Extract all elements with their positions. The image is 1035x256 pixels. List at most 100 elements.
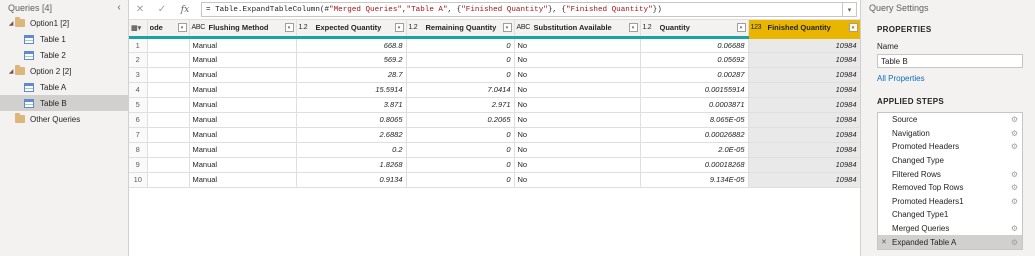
table-cell[interactable]: Manual [189,142,297,158]
query-item[interactable]: Table B [0,95,128,111]
table-cell[interactable]: 0.0003871 [640,97,749,113]
table-cell[interactable]: 1.8268 [296,157,407,173]
gear-icon[interactable]: ⚙ [1011,183,1018,192]
table-cell[interactable]: No [514,142,641,158]
data-type-icon[interactable]: 123 [751,24,765,31]
table-cell[interactable]: 0.8065 [296,112,407,128]
table-cell[interactable] [147,37,190,53]
applied-step[interactable]: Promoted Headers ⚙ [878,140,1022,154]
applied-step[interactable]: Navigation ⚙ [878,127,1022,141]
table-cell[interactable]: 0.2065 [406,112,515,128]
table-cell[interactable]: Manual [189,67,297,83]
gear-icon[interactable]: ⚙ [1011,238,1018,247]
expand-formula-icon[interactable]: ▾ [843,2,857,17]
expand-group-icon[interactable]: ◢ [7,68,15,75]
applied-step[interactable]: Filtered Rows ⚙ [878,167,1022,181]
table-cell[interactable]: 0 [406,67,515,83]
table-cell[interactable]: 2.6882 [296,127,407,143]
table-cell[interactable] [147,82,190,98]
row-number[interactable]: 5 [129,97,148,113]
column-filter-dropdown-icon[interactable]: ▾ [628,23,638,33]
table-cell[interactable] [147,97,190,113]
column-filter-dropdown-icon[interactable]: ▾ [502,23,512,33]
column-header[interactable]: ode ▾ [147,20,190,39]
table-cell[interactable]: 10984 [748,82,860,98]
table-cell[interactable]: 8.065E-05 [640,112,749,128]
gear-icon[interactable]: ⚙ [1011,142,1018,151]
applied-step[interactable]: Removed Top Rows ⚙ [878,181,1022,195]
table-cell[interactable]: Manual [189,82,297,98]
fx-icon[interactable]: fx [173,5,197,15]
table-cell[interactable]: 10984 [748,52,860,68]
column-filter-dropdown-icon[interactable]: ▾ [848,23,858,33]
table-cell[interactable]: 15.5914 [296,82,407,98]
query-name-input[interactable]: Table B [877,54,1023,68]
table-menu-icon[interactable]: ▦▾ [131,25,141,32]
query-group[interactable]: ◢ Option1 [2] [0,15,128,31]
column-header[interactable]: ABC Substitution Available ▾ [514,20,641,39]
table-cell[interactable]: 0 [406,37,515,53]
data-type-icon[interactable]: ABC [517,24,531,31]
table-cell[interactable]: 0.00287 [640,67,749,83]
gear-icon[interactable]: ⚙ [1011,129,1018,138]
table-cell[interactable] [147,142,190,158]
table-cell[interactable] [147,112,190,128]
column-header[interactable]: 123 Finished Quantity ▾ [748,20,860,39]
row-number[interactable]: 8 [129,142,148,158]
table-cell[interactable]: 9.134E-05 [640,172,749,188]
table-cell[interactable]: 3.871 [296,97,407,113]
table-cell[interactable]: Manual [189,97,297,113]
row-number[interactable]: 9 [129,157,148,173]
delete-step-icon[interactable]: ✕ [881,238,887,246]
data-type-icon[interactable]: 1.2 [299,24,313,31]
table-cell[interactable]: 10984 [748,142,860,158]
query-item[interactable]: Table 1 [0,31,128,47]
column-filter-dropdown-icon[interactable]: ▾ [736,23,746,33]
table-cell[interactable] [147,157,190,173]
table-cell[interactable]: Manual [189,157,297,173]
gear-icon[interactable]: ⚙ [1011,115,1018,124]
row-number[interactable]: 10 [129,172,148,188]
table-cell[interactable] [147,67,190,83]
table-cell[interactable]: 0.05692 [640,52,749,68]
table-cell[interactable] [147,52,190,68]
column-filter-dropdown-icon[interactable]: ▾ [284,23,294,33]
applied-step[interactable]: Promoted Headers1 ⚙ [878,195,1022,209]
column-filter-dropdown-icon[interactable]: ▾ [394,23,404,33]
table-cell[interactable]: 0.2 [296,142,407,158]
column-header[interactable]: 1.2 Expected Quantity ▾ [296,20,407,39]
applied-step[interactable]: Changed Type1 [878,208,1022,222]
table-cell[interactable]: No [514,112,641,128]
table-cell[interactable]: 0.9134 [296,172,407,188]
table-cell[interactable]: Manual [189,112,297,128]
table-cell[interactable]: Manual [189,37,297,53]
expand-group-icon[interactable]: ◢ [7,20,15,27]
table-cell[interactable]: 569.2 [296,52,407,68]
table-cell[interactable]: Manual [189,52,297,68]
data-type-icon[interactable]: 1.2 [409,24,423,31]
table-cell[interactable]: 10984 [748,67,860,83]
table-cell[interactable]: 0 [406,52,515,68]
table-cell[interactable]: 0 [406,127,515,143]
table-cell[interactable]: 10984 [748,172,860,188]
table-cell[interactable]: 10984 [748,97,860,113]
table-cell[interactable]: No [514,172,641,188]
table-cell[interactable]: 28.7 [296,67,407,83]
query-item[interactable]: Table A [0,79,128,95]
applied-step[interactable]: ✕ Expanded Table A ⚙ [878,235,1022,249]
row-number[interactable]: 7 [129,127,148,143]
applied-step[interactable]: Changed Type [878,154,1022,168]
table-cell[interactable] [147,127,190,143]
table-cell[interactable]: 0 [406,142,515,158]
table-cell[interactable]: 7.0414 [406,82,515,98]
applied-step[interactable]: Merged Queries ⚙ [878,222,1022,236]
table-cell[interactable]: 0.00155914 [640,82,749,98]
table-cell[interactable]: 2.0E-05 [640,142,749,158]
row-number[interactable]: 3 [129,67,148,83]
collapse-queries-icon[interactable]: ‹ [114,2,124,13]
query-group[interactable]: ◢ Option 2 [2] [0,63,128,79]
all-properties-link[interactable]: All Properties [861,74,1035,83]
gear-icon[interactable]: ⚙ [1011,170,1018,179]
table-cell[interactable]: No [514,67,641,83]
table-cell[interactable]: 10984 [748,127,860,143]
